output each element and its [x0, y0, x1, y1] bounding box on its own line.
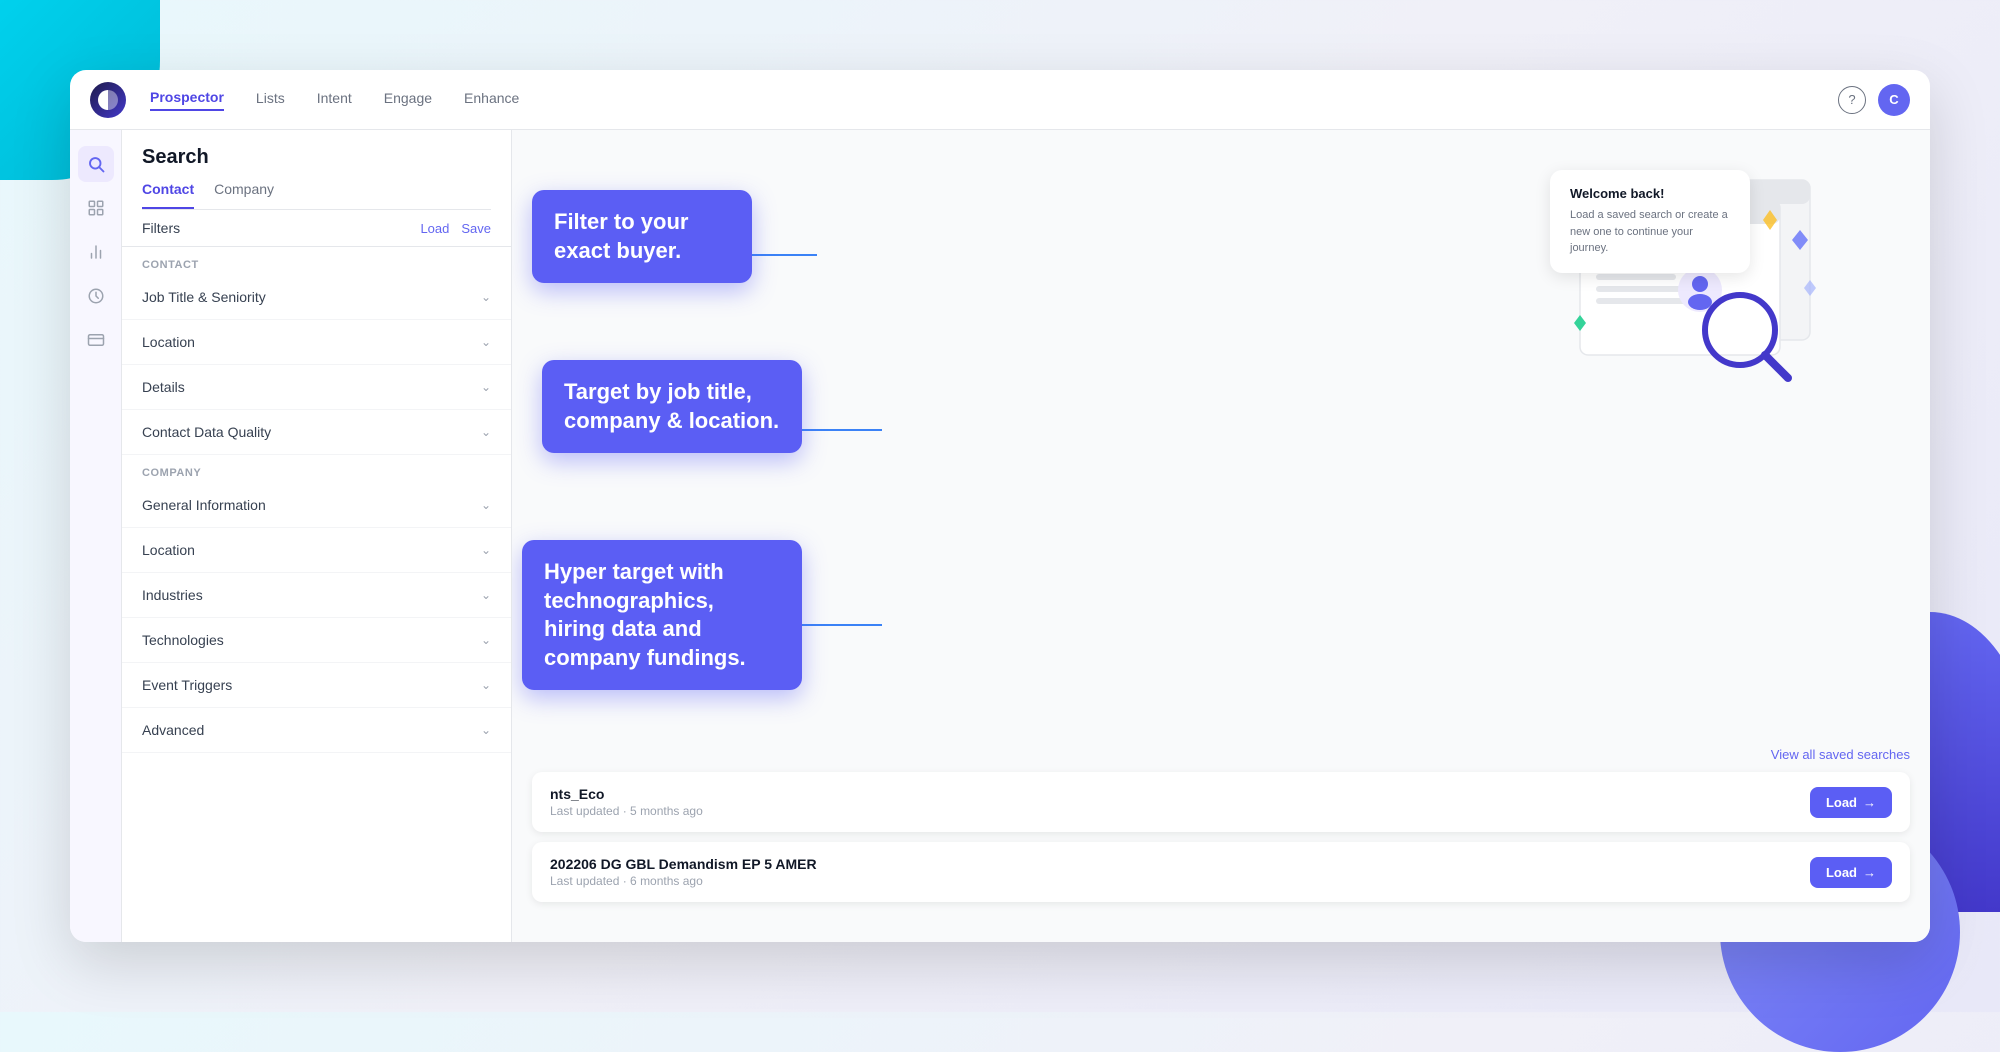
view-all-searches-link[interactable]: View all saved searches: [1771, 747, 1910, 762]
sidebar-card-icon[interactable]: [78, 322, 114, 358]
contact-company-tabs: Contact Company: [142, 181, 491, 210]
filter-technologies[interactable]: Technologies ⌄: [122, 618, 511, 663]
help-button[interactable]: ?: [1838, 86, 1866, 114]
load-search-2-label: Load: [1826, 865, 1857, 880]
main-window: Prospector Lists Intent Engage Enhance ?…: [70, 70, 1930, 942]
welcome-text: Load a saved search or create a new one …: [1570, 207, 1730, 257]
technologies-label: Technologies: [142, 632, 224, 648]
tab-company[interactable]: Company: [214, 181, 274, 209]
user-avatar[interactable]: C: [1878, 84, 1910, 116]
job-title-label: Job Title & Seniority: [142, 289, 266, 305]
chevron-location-company: ⌄: [481, 543, 491, 557]
nav-engage[interactable]: Engage: [384, 90, 432, 110]
details-label: Details: [142, 379, 185, 395]
advanced-label: Advanced: [142, 722, 204, 738]
nav-lists[interactable]: Lists: [256, 90, 285, 110]
callout-filter-text: Filter to your exact buyer.: [554, 209, 688, 263]
filter-job-title[interactable]: Job Title & Seniority ⌄: [122, 275, 511, 320]
app-logo[interactable]: [90, 82, 126, 118]
welcome-title: Welcome back!: [1570, 186, 1730, 201]
filter-details[interactable]: Details ⌄: [122, 365, 511, 410]
location-contact-label: Location: [142, 334, 195, 350]
event-triggers-label: Event Triggers: [142, 677, 232, 693]
saved-searches-area: View all saved searches nts_Eco Last upd…: [532, 747, 1910, 912]
topnav: Prospector Lists Intent Engage Enhance ?…: [70, 70, 1930, 130]
chevron-data-quality: ⌄: [481, 425, 491, 439]
callout-target: Target by job title, company & location.: [542, 360, 802, 453]
save-filter-button[interactable]: Save: [461, 221, 491, 236]
sidebar-history-icon[interactable]: [78, 278, 114, 314]
chevron-details: ⌄: [481, 380, 491, 394]
load-search-1-button[interactable]: Load →: [1810, 787, 1892, 818]
filter-data-quality[interactable]: Contact Data Quality ⌄: [122, 410, 511, 455]
filter-location-contact[interactable]: Location ⌄: [122, 320, 511, 365]
search-card-1-meta: Last updated · 5 months ago: [550, 804, 703, 818]
company-group-label: Company: [122, 455, 511, 483]
filters-bar: Filters Load Save: [122, 210, 511, 247]
filter-panel-title: Search: [142, 146, 491, 169]
general-info-label: General Information: [142, 497, 266, 513]
load-filter-button[interactable]: Load: [420, 221, 449, 236]
nav-prospector[interactable]: Prospector: [150, 89, 224, 111]
main-area: Search Contact Company Filters Load Save…: [70, 130, 1930, 942]
content-area: Filter to your exact buyer. Target by jo…: [512, 130, 1930, 942]
saved-search-card-1: nts_Eco Last updated · 5 months ago Load…: [532, 772, 1910, 832]
nav-enhance[interactable]: Enhance: [464, 90, 519, 110]
callout-hyper-text: Hyper target with technographics, hiring…: [544, 559, 746, 670]
search-card-1-name: nts_Eco: [550, 786, 703, 802]
location-company-label: Location: [142, 542, 195, 558]
filter-panel: Search Contact Company Filters Load Save…: [122, 130, 512, 942]
callout-filter: Filter to your exact buyer.: [532, 190, 752, 283]
callout-hyper: Hyper target with technographics, hiring…: [522, 540, 802, 690]
chevron-general-info: ⌄: [481, 498, 491, 512]
load-search-2-button[interactable]: Load →: [1810, 857, 1892, 888]
saved-search-card-2: 202206 DG GBL Demandism EP 5 AMER Last u…: [532, 842, 1910, 902]
contact-group-label: Contact: [122, 247, 511, 275]
sidebar-chart-icon[interactable]: [78, 234, 114, 270]
sidebar-search-icon[interactable]: [78, 146, 114, 182]
data-quality-label: Contact Data Quality: [142, 424, 271, 440]
filter-sections: Contact Job Title & Seniority ⌄ Location…: [122, 247, 511, 942]
filter-advanced[interactable]: Advanced ⌄: [122, 708, 511, 753]
filter-industries[interactable]: Industries ⌄: [122, 573, 511, 618]
chevron-technologies: ⌄: [481, 633, 491, 647]
load-search-1-label: Load: [1826, 795, 1857, 810]
load-arrow-1: →: [1863, 795, 1876, 810]
saved-searches-header: View all saved searches: [532, 747, 1910, 762]
sidebar-person-icon[interactable]: [78, 190, 114, 226]
chevron-industries: ⌄: [481, 588, 491, 602]
industries-label: Industries: [142, 587, 203, 603]
filter-header: Search Contact Company: [122, 130, 511, 210]
welcome-card: Welcome back! Load a saved search or cre…: [1550, 170, 1750, 273]
filter-general-info[interactable]: General Information ⌄: [122, 483, 511, 528]
chevron-job-title: ⌄: [481, 290, 491, 304]
icon-sidebar: [70, 130, 122, 942]
filter-actions: Load Save: [420, 221, 491, 236]
load-arrow-2: →: [1863, 865, 1876, 880]
filters-label: Filters: [142, 220, 180, 236]
chevron-event-triggers: ⌄: [481, 678, 491, 692]
filter-location-company[interactable]: Location ⌄: [122, 528, 511, 573]
callout-target-text: Target by job title, company & location.: [564, 379, 779, 433]
search-card-2-meta: Last updated · 6 months ago: [550, 874, 817, 888]
nav-links: Prospector Lists Intent Engage Enhance: [150, 89, 1838, 111]
nav-right: ? C: [1838, 84, 1910, 116]
tab-contact[interactable]: Contact: [142, 181, 194, 209]
filter-event-triggers[interactable]: Event Triggers ⌄: [122, 663, 511, 708]
chevron-location-contact: ⌄: [481, 335, 491, 349]
chevron-advanced: ⌄: [481, 723, 491, 737]
nav-intent[interactable]: Intent: [317, 90, 352, 110]
search-card-2-name: 202206 DG GBL Demandism EP 5 AMER: [550, 856, 817, 872]
search-card-1-info: nts_Eco Last updated · 5 months ago: [550, 786, 703, 818]
search-card-2-info: 202206 DG GBL Demandism EP 5 AMER Last u…: [550, 856, 817, 888]
